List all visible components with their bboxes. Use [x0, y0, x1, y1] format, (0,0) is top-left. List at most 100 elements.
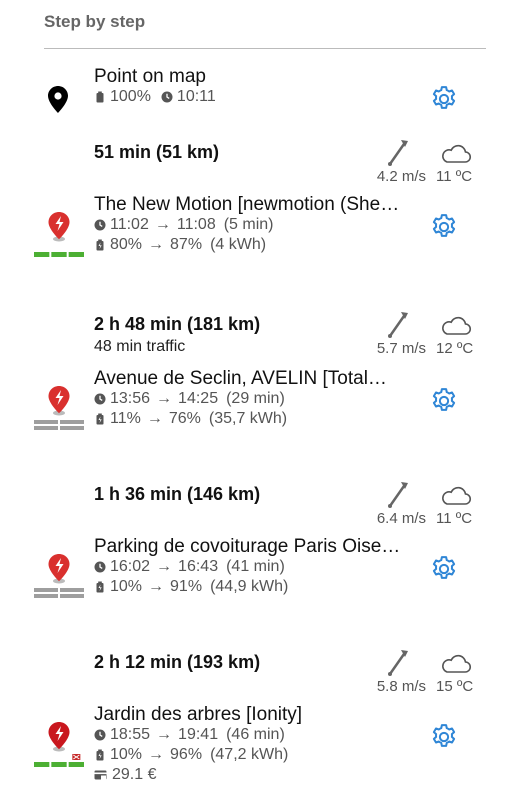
weather-info: 12 ºC	[432, 310, 482, 362]
battery-charging-icon	[94, 239, 106, 251]
wind-speed: 6.4 m/s	[376, 510, 426, 527]
stop-title: Point on map	[94, 66, 206, 87]
departure-time: 19:41	[178, 726, 219, 743]
charge-energy: 10% → 91% (44,9 kWh)	[94, 578, 288, 596]
soc-from: 10%	[110, 746, 143, 763]
leg-duration: 2 h 48 min (181 km)	[94, 314, 261, 334]
temperature: 11 ºC	[436, 168, 473, 185]
clock-icon	[94, 219, 106, 231]
clock-icon	[94, 729, 106, 741]
settings-gear-icon[interactable]	[429, 386, 459, 416]
settings-gear-icon[interactable]	[429, 84, 459, 114]
charging-stop: The New Motion [newmotion (She… 11:02 → 11:…	[0, 194, 510, 264]
wind-info: 5.7 m/s	[366, 310, 426, 362]
route-leg: 1 h 36 min (146 km) 6.4 m/s 11 ºC	[0, 480, 510, 530]
wind-direction-icon	[386, 310, 410, 338]
charging-stop: Avenue de Seclin, AVELIN [Total… 13:56 → 14…	[0, 368, 510, 438]
page-title: Step by step	[44, 12, 146, 31]
arrow-icon: →	[148, 578, 165, 595]
arrow-icon: →	[146, 410, 163, 427]
arrival-time: 13:56	[110, 390, 151, 407]
arrow-icon: →	[156, 390, 173, 407]
wind-info: 4.2 m/s	[366, 138, 426, 190]
weather-info: 11 ºC	[432, 138, 482, 190]
departure-time: 16:43	[178, 558, 219, 575]
charger-pin-icon	[34, 722, 84, 767]
battery-icon	[94, 91, 106, 103]
arrival-time: 18:55	[110, 726, 151, 743]
temperature: 15 ºC	[436, 678, 474, 695]
arrival-time: 11:02	[110, 216, 149, 233]
cloud-icon	[440, 142, 472, 164]
temperature: 12 ºC	[436, 340, 474, 357]
settings-gear-icon[interactable]	[429, 212, 459, 242]
weather-info: 11 ºC	[432, 480, 482, 532]
stop-title: Parking de covoiturage Paris Oise…	[94, 536, 401, 557]
arrow-icon: →	[154, 216, 171, 233]
battery-charging-icon	[94, 581, 106, 593]
soc-from: 11%	[110, 410, 141, 427]
charge-energy: 80% → 87% (4 kWh)	[94, 236, 266, 254]
wind-speed: 5.8 m/s	[376, 678, 426, 695]
wind-speed: 4.2 m/s	[376, 168, 426, 185]
settings-gear-icon[interactable]	[429, 722, 459, 752]
leg-duration: 1 h 36 min (146 km)	[94, 484, 261, 504]
charge-time: 11:02 → 11:08 (5 min)	[94, 216, 274, 234]
charge-duration: (29 min)	[226, 390, 285, 407]
battery-level: 100%	[110, 88, 151, 105]
wind-direction-icon	[386, 648, 410, 676]
wind-info: 6.4 m/s	[366, 480, 426, 532]
leg-duration: 2 h 12 min (193 km)	[94, 652, 261, 672]
wind-direction-icon	[386, 138, 410, 166]
arrow-icon: →	[156, 558, 173, 575]
charge-duration: (5 min)	[223, 216, 274, 233]
arrival-time: 16:02	[110, 558, 151, 575]
soc-from: 10%	[110, 578, 143, 595]
battery-charging-icon	[94, 749, 106, 761]
route-leg: 2 h 48 min (181 km) 48 min traffic 5.7 m/s…	[0, 310, 510, 360]
clock-icon	[94, 393, 106, 405]
soc-to: 76%	[168, 410, 201, 427]
route-leg: 51 min (51 km) 4.2 m/s 11 ºC	[0, 138, 510, 188]
header-divider	[44, 48, 486, 49]
wind-info: 5.8 m/s	[366, 648, 426, 700]
stop-status: 100% 10:11	[94, 88, 216, 106]
stop-title: Avenue de Seclin, AVELIN [Total…	[94, 368, 387, 389]
cloud-icon	[440, 484, 472, 506]
leg-duration: 51 min (51 km)	[94, 142, 220, 162]
soc-from: 80%	[110, 236, 143, 253]
charge-time: 16:02 → 16:43 (41 min)	[94, 558, 285, 576]
temperature: 11 ºC	[436, 510, 473, 527]
energy-added: (47,2 kWh)	[210, 746, 289, 763]
stop-title: The New Motion [newmotion (She…	[94, 194, 400, 215]
settings-gear-icon[interactable]	[429, 554, 459, 584]
route-leg: 2 h 12 min (193 km) 5.8 m/s 15 ºC	[0, 648, 510, 698]
charge-duration: (41 min)	[226, 558, 285, 575]
cost-value: 29.1 €	[112, 766, 157, 783]
clock-icon	[94, 561, 106, 573]
departure-time: 14:25	[178, 390, 219, 407]
wind-speed: 5.7 m/s	[376, 340, 426, 357]
charger-pin-icon	[34, 386, 84, 430]
stop-title: Jardin des arbres [Ionity]	[94, 704, 303, 725]
leg-traffic: 48 min traffic	[94, 338, 186, 355]
charging-stop: Jardin des arbres [Ionity] 18:55 → 19:41 (46…	[0, 704, 510, 783]
charger-pin-icon	[34, 554, 84, 598]
charge-duration: (46 min)	[226, 726, 285, 743]
arrow-icon: →	[148, 746, 165, 763]
battery-charging-icon	[94, 413, 106, 425]
charger-pin-icon	[34, 212, 84, 257]
soc-to: 91%	[170, 578, 203, 595]
start-point: Point on map 100% 10:11	[0, 66, 510, 136]
charge-energy: 11% → 76% (35,7 kWh)	[94, 410, 287, 428]
charge-time: 18:55 → 19:41 (46 min)	[94, 726, 285, 744]
soc-to: 96%	[170, 746, 203, 763]
departure-time: 10:11	[176, 88, 216, 105]
wind-direction-icon	[386, 480, 410, 508]
arrow-icon: →	[156, 726, 173, 743]
weather-info: 15 ºC	[432, 648, 482, 700]
cloud-icon	[440, 652, 472, 674]
charge-energy: 10% → 96% (47,2 kWh)	[94, 746, 288, 764]
map-marker-icon	[48, 86, 68, 113]
arrow-icon: →	[148, 236, 165, 253]
